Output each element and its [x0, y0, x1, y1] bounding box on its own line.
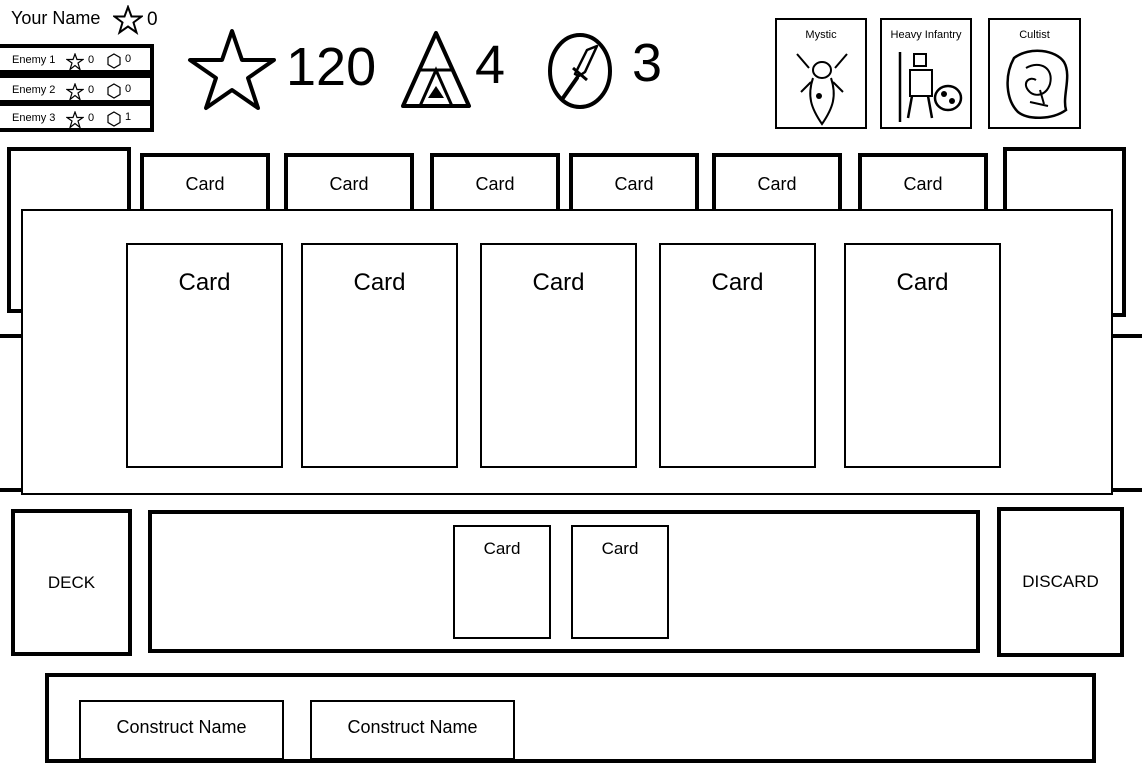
mystic-icon — [796, 53, 848, 126]
discard-label: DISCARD — [1022, 572, 1099, 591]
star-icon — [66, 83, 84, 101]
enemy-name: Enemy 3 — [12, 112, 56, 124]
divider-line — [1112, 488, 1142, 492]
construct-name: Construct Name — [347, 717, 478, 737]
heavy-infantry-icon — [898, 52, 963, 122]
hand-card[interactable]: Card — [126, 243, 283, 468]
card-label: Card — [532, 269, 585, 296]
card-label: Card — [903, 174, 943, 194]
enemy-row[interactable]: Enemy 3 0 1 — [0, 102, 154, 132]
card-label: Card — [353, 269, 406, 296]
faction-mystic[interactable]: Mystic — [775, 18, 867, 129]
card-label: Card — [178, 269, 231, 296]
faction-label: Heavy Infantry — [890, 29, 962, 41]
enemy-row[interactable]: Enemy 1 0 0 — [0, 44, 154, 74]
discard-pile[interactable]: DISCARD — [997, 507, 1124, 657]
hexagon-icon — [107, 111, 121, 127]
construct-card[interactable]: Construct Name — [310, 700, 515, 760]
star-icon — [66, 111, 84, 129]
enemy-stars: 0 — [88, 54, 95, 66]
card-label: Card — [601, 539, 639, 558]
construct-name: Construct Name — [116, 717, 247, 737]
center-row-card[interactable]: Card — [430, 153, 560, 215]
star-icon — [188, 29, 276, 110]
enemy-stars: 0 — [88, 112, 95, 124]
divider-line — [0, 334, 22, 338]
enemy-name: Enemy 1 — [12, 54, 56, 66]
faction-cultist[interactable]: Cultist — [988, 18, 1081, 129]
hexagon-icon — [107, 53, 121, 69]
card-label: Card — [185, 174, 225, 194]
card-label: Card — [475, 174, 515, 194]
enemy-row[interactable]: Enemy 2 0 0 — [0, 74, 154, 104]
enemy-hexes: 1 — [125, 111, 132, 123]
divider-line — [1112, 334, 1142, 338]
deck-pile[interactable]: DECK — [11, 509, 132, 656]
card-label: Card — [483, 539, 521, 558]
played-card[interactable]: Card — [571, 525, 669, 639]
card-label: Card — [614, 174, 654, 194]
played-card[interactable]: Card — [453, 525, 551, 639]
enemy-name: Enemy 2 — [12, 84, 56, 96]
sword-icon — [548, 33, 612, 109]
deck-label: DECK — [47, 572, 96, 592]
faction-heavy-infantry[interactable]: Heavy Infantry — [880, 18, 972, 129]
center-row-card[interactable]: Card — [858, 153, 988, 215]
hand-card[interactable]: Card — [659, 243, 816, 468]
card-label: Card — [329, 174, 369, 194]
player-name: Your Name — [11, 8, 101, 28]
card-label: Card — [711, 269, 764, 296]
star-icon — [66, 53, 84, 71]
enemy-hexes: 0 — [125, 53, 132, 65]
played-area — [148, 510, 980, 653]
hand-card[interactable]: Card — [301, 243, 458, 468]
card-label: Card — [757, 174, 797, 194]
card-label: Card — [896, 269, 949, 296]
enemy-hexes: 0 — [125, 83, 132, 95]
runes-value: 4 — [475, 35, 506, 95]
construct-card[interactable]: Construct Name — [79, 700, 284, 760]
center-row-card[interactable]: Card — [284, 153, 414, 215]
faction-label: Cultist — [1019, 29, 1050, 41]
hexagon-icon — [107, 83, 121, 99]
divider-line — [0, 488, 22, 492]
honor-value: 120 — [286, 37, 377, 97]
star-icon — [113, 5, 143, 35]
player-score: 0 — [147, 9, 158, 30]
power-value: 3 — [632, 33, 663, 93]
center-row-card[interactable]: Card — [140, 153, 270, 215]
enemy-stars: 0 — [88, 84, 95, 96]
hand-card[interactable]: Card — [480, 243, 637, 468]
center-row-card[interactable]: Card — [712, 153, 842, 215]
hand-card[interactable]: Card — [844, 243, 1001, 468]
triforce-icon — [401, 31, 471, 108]
center-row-card[interactable]: Card — [569, 153, 699, 215]
faction-label: Mystic — [805, 29, 837, 41]
cultist-icon — [1006, 49, 1069, 119]
